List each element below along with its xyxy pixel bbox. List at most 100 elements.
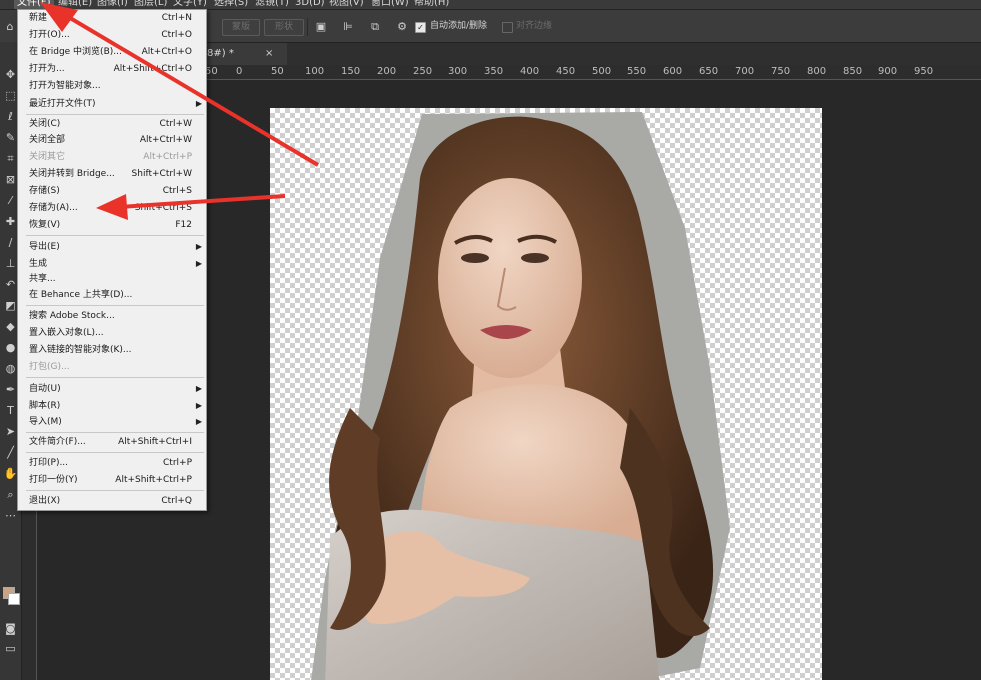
align-edges-checkbox[interactable] xyxy=(502,22,513,33)
ruler-label: 550 xyxy=(627,66,647,77)
menu-item-browse-in-bridge[interactable]: 在 Bridge 中浏览(B)... Alt+Ctrl+O xyxy=(18,44,206,60)
gear-icon[interactable]: ⚙ xyxy=(394,19,410,34)
menu-item-save[interactable]: 存储(S) Ctrl+S xyxy=(18,183,206,199)
menu-item-file-info[interactable]: 文件简介(F)... Alt+Shift+Ctrl+I xyxy=(18,434,206,450)
ruler-label: 400 xyxy=(520,66,540,77)
menu-item-import[interactable]: 导入(M) ▶ xyxy=(18,414,206,430)
menu-item-label: 退出(X) xyxy=(29,496,61,506)
menu-item-search-adobe-stock[interactable]: 搜索 Adobe Stock... xyxy=(18,308,206,324)
menu-item-label: 在 Bridge 中浏览(B)... xyxy=(29,47,122,57)
menu-item-recent-files[interactable]: 最近打开文件(T) ▶ xyxy=(18,96,206,112)
portrait-image xyxy=(311,112,730,680)
align-edges-label: 对齐边缘 xyxy=(516,21,553,31)
menu-item-print[interactable]: 打印(P)... Ctrl+P xyxy=(18,455,206,471)
menu-item-print-one-copy[interactable]: 打印一份(Y) Alt+Shift+Ctrl+P xyxy=(18,472,206,488)
menu-item-close-all[interactable]: 关闭全部 Alt+Ctrl+W xyxy=(18,132,206,148)
home-icon[interactable]: ⌂ xyxy=(2,19,18,34)
menu-item-share-behance[interactable]: 在 Behance 上共享(D)... xyxy=(18,287,206,303)
ruler-label: 900 xyxy=(878,66,898,77)
menu-item-open[interactable]: 打开(O)... Ctrl+O xyxy=(18,27,206,43)
menu-file[interactable]: 文件(F) xyxy=(14,0,54,9)
path-operations-icon[interactable]: ▣ xyxy=(313,19,329,34)
menu-filter[interactable]: 滤镜(T) xyxy=(255,0,289,9)
menu-edit[interactable]: 编辑(E) xyxy=(58,0,92,9)
menu-item-open-as[interactable]: 打开为... Alt+Shift+Ctrl+O xyxy=(18,61,206,77)
menu-separator xyxy=(26,114,204,115)
shape-button[interactable]: 形状 xyxy=(264,19,304,36)
menu-item-shortcut: Ctrl+P xyxy=(163,458,192,468)
quick-mask-icon[interactable]: ◙ xyxy=(2,620,19,637)
menu-item-share[interactable]: 共享... xyxy=(18,271,206,287)
ruler-label: 700 xyxy=(735,66,755,77)
document-canvas[interactable] xyxy=(270,108,822,680)
menu-item-shortcut: Ctrl+W xyxy=(159,119,192,129)
mask-button[interactable]: 蒙版 xyxy=(222,19,260,36)
document-tab[interactable]: 8#) * × xyxy=(203,43,287,65)
screen-mode-icon[interactable]: ▭ xyxy=(2,640,19,657)
menu-image[interactable]: 图像(I) xyxy=(97,0,128,9)
ruler-label: 750 xyxy=(771,66,791,77)
menu-item-open-as-smart-object[interactable]: 打开为智能对象... xyxy=(18,78,206,94)
auto-add-delete-checkbox[interactable]: ✓ xyxy=(415,22,426,33)
menu-item-shortcut: Ctrl+O xyxy=(161,30,192,40)
menu-item-place-linked[interactable]: 置入链接的智能对象(K)... xyxy=(18,342,206,358)
menu-item-shortcut: Ctrl+S xyxy=(162,186,192,196)
menu-item-label: 脚本(R) xyxy=(29,401,61,411)
menu-item-automate[interactable]: 自动(U) ▶ xyxy=(18,381,206,397)
menu-item-label: 置入嵌入对象(L)... xyxy=(29,328,104,338)
ruler-label: 100 xyxy=(305,66,325,77)
menu-item-close[interactable]: 关闭(C) Ctrl+W xyxy=(18,116,206,132)
menu-item-shortcut: Shift+Ctrl+W xyxy=(131,169,192,179)
menu-item-label: 打印一份(Y) xyxy=(29,475,78,485)
menu-layer[interactable]: 图层(L) xyxy=(134,0,167,9)
menu-item-shortcut: F12 xyxy=(175,220,192,230)
menu-item-new[interactable]: 新建 Ctrl+N xyxy=(18,10,206,26)
menu-item-label: 存储为(A)... xyxy=(29,203,78,213)
ruler-label: 500 xyxy=(592,66,612,77)
menu-item-scripts[interactable]: 脚本(R) ▶ xyxy=(18,398,206,414)
file-menu-dropdown: 新建 Ctrl+N 打开(O)... Ctrl+O 在 Bridge 中浏览(B).… xyxy=(17,9,207,511)
separator xyxy=(307,18,308,36)
face-shape xyxy=(438,178,582,378)
submenu-arrow-icon: ▶ xyxy=(195,384,202,393)
menu-type[interactable]: 文字(Y) xyxy=(173,0,207,9)
menu-item-shortcut: Alt+Shift+Ctrl+O xyxy=(113,64,192,74)
menu-item-label: 置入链接的智能对象(K)... xyxy=(29,345,132,355)
menu-item-shortcut: Ctrl+Q xyxy=(161,496,192,506)
menu-separator xyxy=(26,235,204,236)
menu-item-label: 打开为... xyxy=(29,64,65,74)
ruler-label: 950 xyxy=(914,66,934,77)
submenu-arrow-icon: ▶ xyxy=(195,242,202,251)
menu-item-close-go-to-bridge[interactable]: 关闭并转到 Bridge... Shift+Ctrl+W xyxy=(18,166,206,182)
menu-item-exit[interactable]: 退出(X) Ctrl+Q xyxy=(18,493,206,509)
path-arrangement-icon[interactable]: ⧉ xyxy=(367,19,383,34)
menu-separator xyxy=(26,452,204,453)
auto-add-delete-label: 自动添加/删除 xyxy=(430,21,488,31)
ruler-label: 350 xyxy=(484,66,504,77)
menu-item-label: 关闭(C) xyxy=(29,119,61,129)
menu-3d[interactable]: 3D(D) xyxy=(295,0,325,9)
menu-window[interactable]: 窗口(W) xyxy=(371,0,409,9)
menu-item-label: 打印(P)... xyxy=(29,458,69,468)
left-eye-shape xyxy=(461,253,489,263)
menu-item-export[interactable]: 导出(E) ▶ xyxy=(18,239,206,255)
menu-item-label: 共享... xyxy=(29,274,56,284)
menu-help[interactable]: 帮助(H) xyxy=(414,0,449,9)
menu-item-revert[interactable]: 恢复(V) F12 xyxy=(18,217,206,233)
menu-item-shortcut: Alt+Shift+Ctrl+P xyxy=(115,475,192,485)
close-icon[interactable]: × xyxy=(265,43,273,65)
menu-item-place-embedded[interactable]: 置入嵌入对象(L)... xyxy=(18,325,206,341)
submenu-arrow-icon: ▶ xyxy=(195,259,202,268)
menu-item-save-as[interactable]: 存储为(A)... Shift+Ctrl+S xyxy=(18,200,206,216)
menu-item-shortcut: Shift+Ctrl+S xyxy=(134,203,192,213)
menu-select[interactable]: 选择(S) xyxy=(214,0,248,9)
menu-separator xyxy=(26,432,204,433)
ruler-label: 300 xyxy=(448,66,468,77)
ruler-label: 50 xyxy=(271,66,284,77)
background-color-swatch[interactable] xyxy=(8,593,20,605)
menu-item-label: 关闭其它 xyxy=(29,152,66,162)
ruler-label: 650 xyxy=(699,66,719,77)
path-alignment-icon[interactable]: ⊫ xyxy=(340,19,356,34)
menu-item-generate[interactable]: 生成 ▶ xyxy=(18,256,206,272)
menu-view[interactable]: 视图(V) xyxy=(329,0,364,9)
